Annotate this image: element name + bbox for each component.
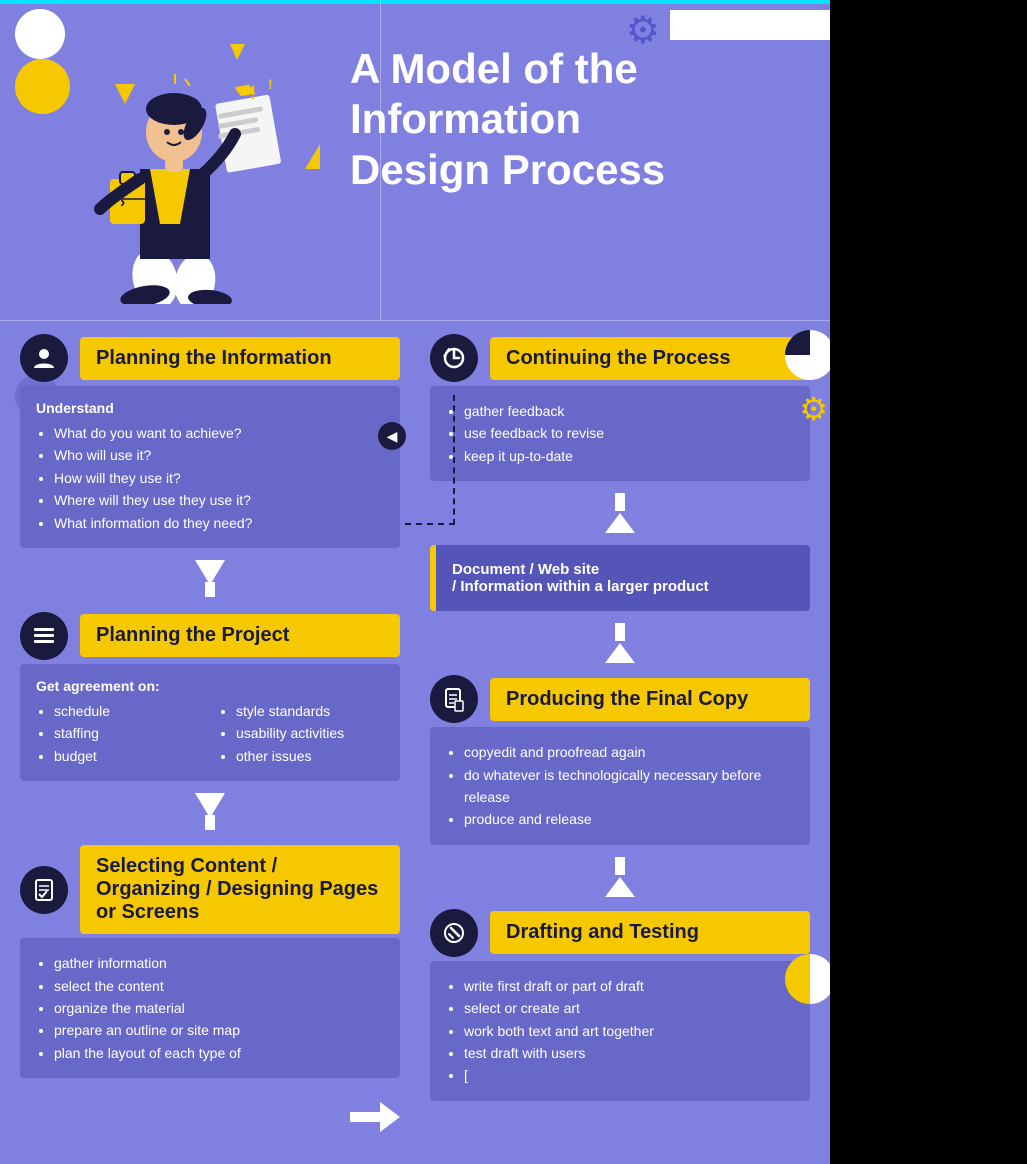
list-item: What do you want to achieve? (54, 422, 384, 444)
selecting-content-title-box: Selecting Content / Organizing / Designi… (80, 845, 400, 934)
list-item: other issues (236, 745, 384, 767)
list-item: plan the layout of each type of (54, 1042, 384, 1064)
planning-project-two-col: schedule staffing budget style standards… (36, 700, 384, 767)
list-item: gather information (54, 952, 384, 974)
list-item: copyedit and proofread again (464, 741, 794, 763)
continuing-process-title-box: Continuing the Process (490, 337, 810, 380)
document-box: Document / Web site / Information within… (430, 545, 810, 611)
planning-info-title-box: Planning the Information (80, 337, 400, 380)
svg-text:!: ! (250, 83, 256, 103)
planning-info-icon (20, 334, 68, 382)
list-item: [ (464, 1064, 794, 1086)
list-item: keep it up-to-date (464, 445, 794, 467)
planning-project-label: Get agreement on: (36, 678, 384, 694)
list-item: select or create art (464, 997, 794, 1019)
planning-info-label: Understand (36, 400, 384, 416)
arrow-up-1 (430, 481, 810, 545)
list-item: prepare an outline or site map (54, 1019, 384, 1041)
planning-project-content: Get agreement on: schedule staffing budg… (20, 664, 400, 781)
producing-final-header: ▲ Producing the Final Copy (430, 675, 810, 723)
dashed-connector-1 (405, 395, 455, 525)
planning-project-title: Planning the Project (96, 624, 289, 646)
producing-final-title-box: Producing the Final Copy (490, 678, 810, 721)
list-item: organize the material (54, 997, 384, 1019)
planning-project-icon (20, 612, 68, 660)
continuing-process-icon (430, 334, 478, 382)
continuing-process-list: gather feedback use feedback to revise k… (446, 400, 794, 467)
selecting-content-icon (20, 866, 68, 914)
list-item: use feedback to revise (464, 422, 794, 444)
planning-info-list: What do you want to achieve? Who will us… (36, 422, 384, 534)
list-item: produce and release (464, 808, 794, 830)
drafting-testing-title-box: Drafting and Testing (490, 911, 810, 954)
continuing-process-content: gather feedback use feedback to revise k… (430, 386, 810, 481)
selecting-content-list: gather information select the content or… (36, 952, 384, 1064)
header-title: A Model of the Information Design Proces… (340, 24, 685, 195)
svg-text:!: ! (268, 76, 273, 92)
person-illustration-svg: › (20, 24, 320, 304)
list-item: style standards (236, 700, 384, 722)
header-illustration: › (20, 24, 340, 314)
producing-final-title: Producing the Final Copy (506, 688, 748, 710)
planning-project-header: Planning the Project (20, 612, 400, 660)
drafting-testing-list: write first draft or part of draft selec… (446, 975, 794, 1087)
list-item: Where will they use they use it? (54, 489, 384, 511)
planning-project-col2: style standards usability activities oth… (218, 700, 384, 767)
continuing-process-title: Continuing the Process (506, 347, 730, 369)
arrow-down-1 (20, 548, 400, 612)
producing-final-list: copyedit and proofread again do whatever… (446, 741, 794, 831)
selecting-content-title: Selecting Content / Organizing / Designi… (96, 855, 378, 923)
list-item: staffing (54, 722, 202, 744)
triangle-left-icon: ◀ (378, 422, 406, 450)
document-line1: Document / Web site (452, 561, 794, 578)
list-item: select the content (54, 975, 384, 997)
selecting-content-content: gather information select the content or… (20, 938, 400, 1078)
arrow-up-2 (430, 611, 810, 675)
planning-info-header: Planning the Information (20, 334, 400, 382)
list-item: How will they use it? (54, 467, 384, 489)
arrow-up-3 (430, 845, 810, 909)
left-column: Planning the Information Understand What… (20, 334, 400, 1144)
page-title: A Model of the Information Design Proces… (350, 44, 665, 195)
arrow-right-bottom (20, 1090, 400, 1144)
planning-project-col1: schedule staffing budget (36, 700, 202, 767)
arrow-down-2 (20, 781, 400, 845)
list-item: Who will use it? (54, 444, 384, 466)
list-item: schedule (54, 700, 202, 722)
drafting-testing-title: Drafting and Testing (506, 921, 699, 943)
producing-final-content: copyedit and proofread again do whatever… (430, 727, 810, 845)
drafting-testing-content: write first draft or part of draft selec… (430, 961, 810, 1101)
producing-final-icon (430, 675, 478, 723)
continuing-process-header: Continuing the Process (430, 334, 810, 382)
pie-decoration-1 (785, 330, 830, 380)
drafting-testing-header: Drafting and Testing (430, 909, 810, 957)
pie-decoration-2 (785, 954, 830, 1004)
planning-info-content: Understand What do you want to achieve? … (20, 386, 400, 548)
gear-icon-yellow: ⚙ (799, 390, 828, 428)
list-item: usability activities (236, 722, 384, 744)
list-item: test draft with users (464, 1042, 794, 1064)
main-container: ⚙ (0, 0, 830, 1164)
planning-info-title: Planning the Information (96, 347, 332, 369)
list-item: budget (54, 745, 202, 767)
drafting-testing-icon (430, 909, 478, 957)
selecting-content-header: Selecting Content / Organizing / Designi… (20, 845, 400, 934)
document-line2: / Information within a larger product (452, 578, 794, 595)
header: › (0, 4, 830, 324)
list-item: gather feedback (464, 400, 794, 422)
list-item: do whatever is technologically necessary… (464, 764, 794, 809)
planning-project-title-box: Planning the Project (80, 614, 400, 657)
list-item: write first draft or part of draft (464, 975, 794, 997)
list-item: What information do they need? (54, 512, 384, 534)
list-item: work both text and art together (464, 1020, 794, 1042)
right-column: Continuing the Process ◀ gather feedback… (420, 334, 810, 1144)
